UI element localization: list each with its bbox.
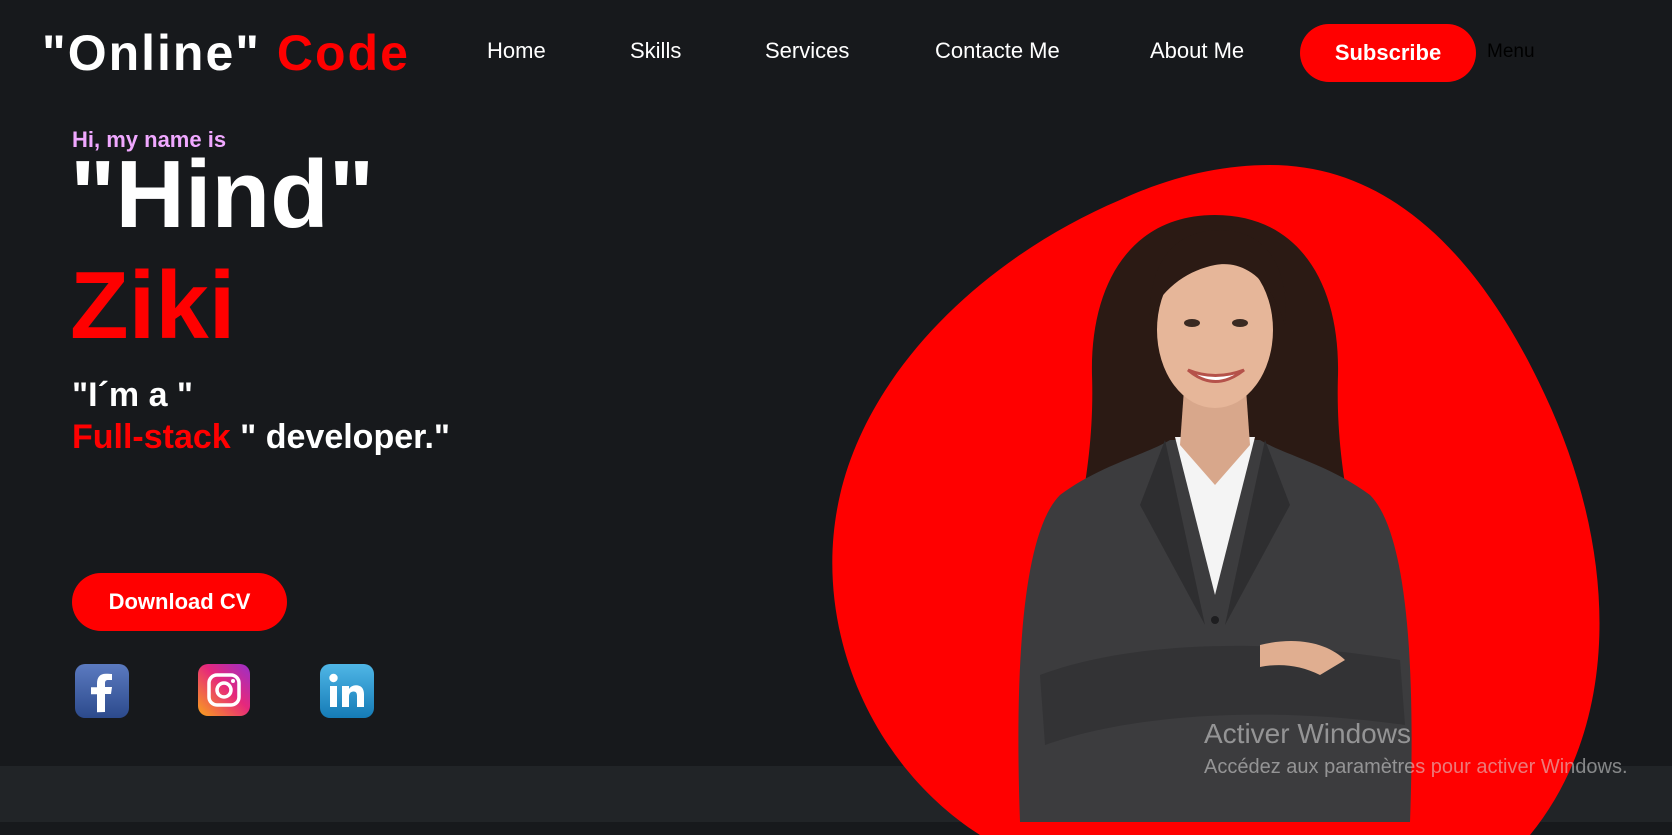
nav-services[interactable]: Services [765,38,849,64]
facebook-icon[interactable] [75,664,129,718]
nav-about[interactable]: About Me [1150,38,1244,64]
activation-watermark-subtitle: Accédez aux paramètres pour activer Wind… [1204,756,1628,778]
menu-toggle[interactable]: Menu [1487,41,1535,63]
nav-home[interactable]: Home [487,38,546,64]
instagram-icon[interactable] [198,664,250,716]
role-rest: " developer." [230,418,451,456]
role-text: Full-stack " developer." [72,418,450,457]
logo-accent-text: Code [276,25,410,81]
linkedin-glyph [329,673,364,707]
linkedin-icon[interactable] [320,664,374,718]
first-name-heading: "Hind" [70,141,375,248]
download-cv-button[interactable]: Download CV [72,573,287,631]
nav-contact[interactable]: Contacte Me [935,38,1060,64]
site-logo[interactable]: "Online" Code [42,24,410,82]
facebook-glyph [91,673,112,713]
last-name-heading: Ziki [70,252,236,359]
subscribe-button[interactable]: Subscribe [1300,24,1476,82]
instagram-glyph [207,673,241,707]
logo-text: "Online" [42,25,261,81]
activation-watermark-title: Activer Windows [1204,718,1411,749]
role-intro-text: "I´m a " [72,376,194,414]
nav-skills[interactable]: Skills [630,38,681,64]
role-highlight: Full-stack [72,418,231,456]
